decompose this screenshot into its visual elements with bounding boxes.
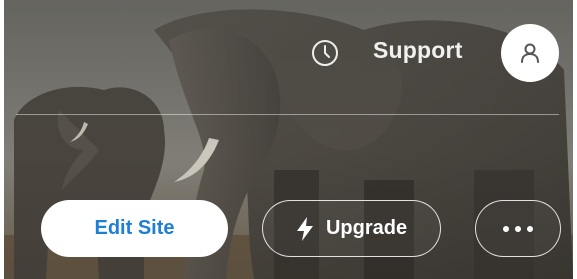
top-bar: Support bbox=[4, 0, 573, 110]
bolt-icon bbox=[296, 216, 313, 241]
account-avatar-button[interactable] bbox=[501, 24, 559, 82]
header-divider bbox=[16, 114, 559, 115]
history-icon[interactable] bbox=[310, 38, 340, 68]
more-dots-icon bbox=[503, 225, 533, 232]
site-header-screen: Support Edit Site Upgrade bbox=[4, 0, 573, 279]
edit-site-button[interactable]: Edit Site bbox=[41, 200, 228, 257]
edit-site-label: Edit Site bbox=[94, 217, 175, 239]
more-options-button[interactable] bbox=[475, 200, 561, 257]
upgrade-label: Upgrade bbox=[325, 217, 408, 239]
support-link[interactable]: Support bbox=[373, 37, 463, 64]
upgrade-button[interactable]: Upgrade bbox=[262, 200, 441, 257]
site-actions: Edit Site Upgrade bbox=[4, 200, 573, 260]
user-icon bbox=[521, 43, 539, 63]
